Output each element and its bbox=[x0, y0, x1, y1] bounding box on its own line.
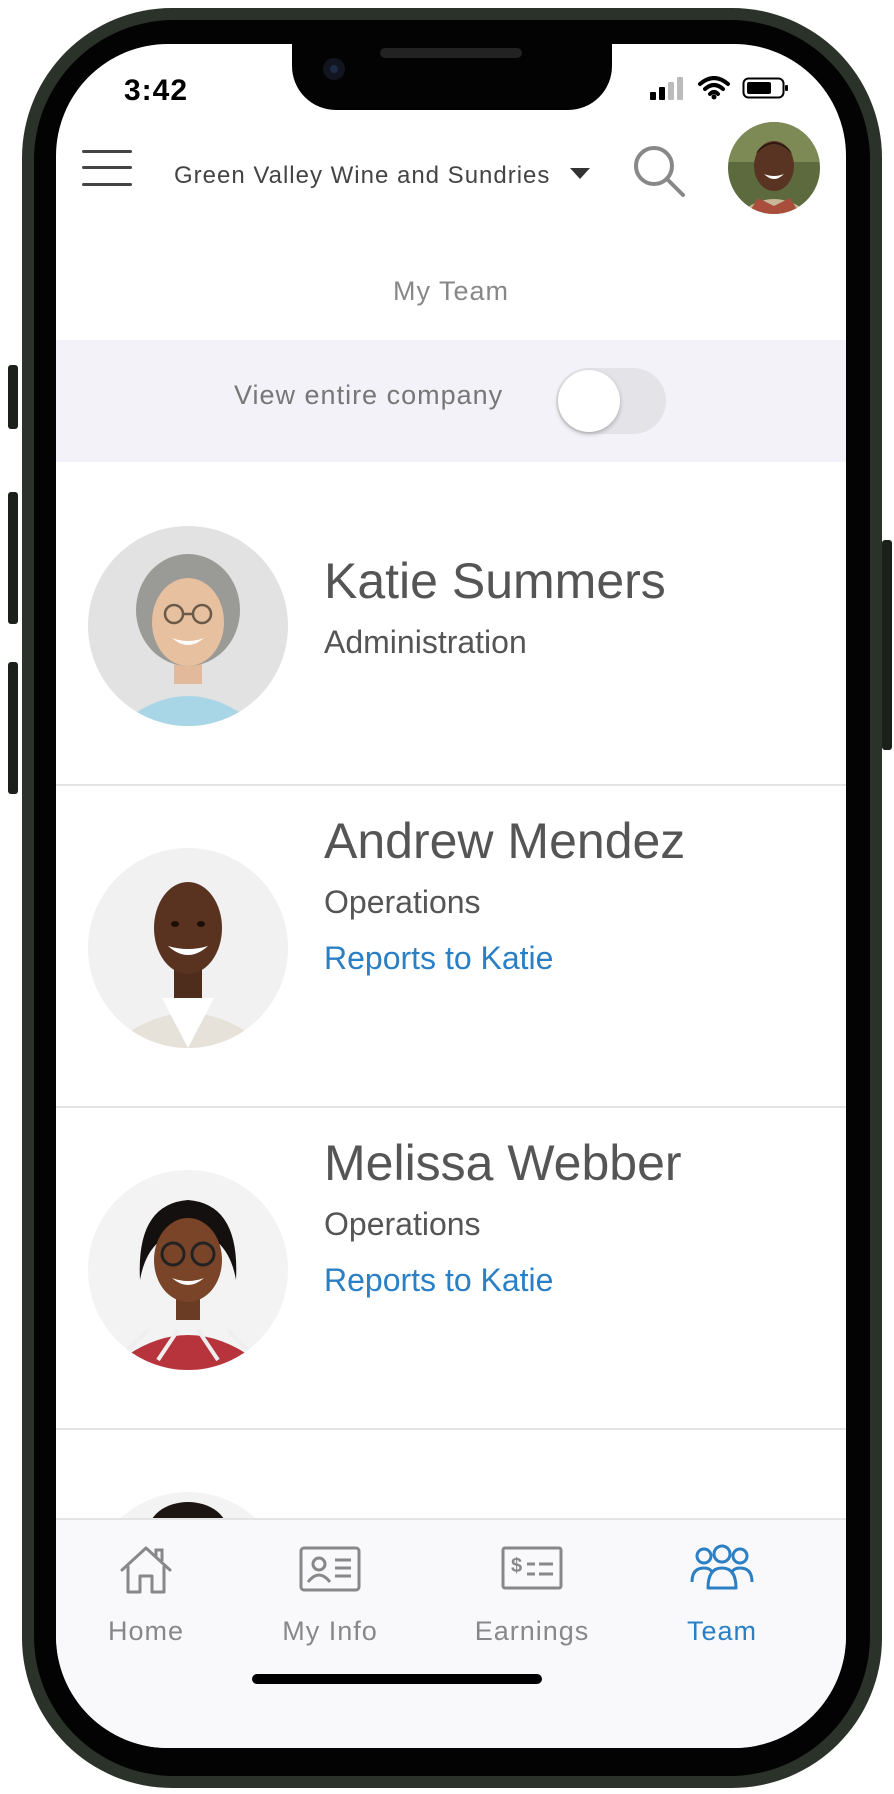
member-name: Andrew Mendez bbox=[324, 813, 686, 869]
member-reports-to-link[interactable]: Reports to Katie bbox=[324, 940, 553, 977]
bottom-nav: Home My Info $ Earnings Team bbox=[56, 1518, 846, 1748]
toggle-knob bbox=[558, 370, 620, 432]
side-button-volume-up bbox=[8, 492, 18, 624]
team-icon bbox=[690, 1544, 754, 1590]
member-reports-to-link[interactable]: Reports to Katie bbox=[324, 1262, 553, 1299]
tab-earnings-label: Earnings bbox=[474, 1616, 590, 1646]
tab-my-info-label: My Info bbox=[282, 1616, 378, 1646]
battery-icon bbox=[742, 77, 788, 99]
status-time: 3:42 bbox=[124, 74, 189, 107]
member-department: Administration bbox=[324, 624, 527, 660]
home-icon bbox=[120, 1546, 172, 1594]
side-button-mute bbox=[8, 365, 18, 429]
view-company-label: View entire company bbox=[234, 380, 504, 410]
page-title: My Team bbox=[392, 276, 510, 306]
side-button-power bbox=[882, 540, 892, 750]
member-name: Melissa Webber bbox=[324, 1135, 682, 1191]
phone-speaker bbox=[380, 48, 522, 58]
status-icons bbox=[648, 76, 790, 100]
team-member-card[interactable]: Andrew Mendez Operations Reports to Kati… bbox=[56, 784, 846, 1108]
signal-icon bbox=[650, 77, 683, 100]
tab-team[interactable]: Team bbox=[632, 1520, 812, 1660]
member-photo bbox=[88, 848, 288, 1048]
view-company-bar: View entire company bbox=[56, 340, 846, 462]
svg-text:$: $ bbox=[511, 1555, 522, 1577]
hamburger-menu-icon[interactable] bbox=[82, 148, 132, 188]
member-photo bbox=[88, 526, 288, 726]
member-department: Operations bbox=[324, 884, 481, 920]
tab-home-label: Home bbox=[107, 1616, 185, 1646]
member-department: Operations bbox=[324, 1206, 481, 1242]
app-screen: 3:42 Green Valley Wine and Sundries My T… bbox=[56, 44, 846, 1748]
side-button-volume-down bbox=[8, 662, 18, 794]
id-card-icon bbox=[299, 1546, 361, 1592]
user-avatar[interactable] bbox=[728, 122, 820, 214]
tab-team-label: Team bbox=[686, 1616, 758, 1646]
search-icon[interactable] bbox=[630, 142, 688, 200]
front-camera bbox=[323, 58, 345, 80]
home-indicator[interactable] bbox=[252, 1674, 542, 1684]
paycheck-icon: $ bbox=[501, 1546, 563, 1590]
team-member-card[interactable]: Melissa Webber Operations Reports to Kat… bbox=[56, 1106, 846, 1430]
tab-home[interactable]: Home bbox=[56, 1520, 236, 1660]
member-photo bbox=[88, 1170, 288, 1370]
tab-my-info[interactable]: My Info bbox=[240, 1520, 420, 1660]
tab-earnings[interactable]: $ Earnings bbox=[442, 1520, 622, 1660]
view-company-toggle[interactable] bbox=[556, 368, 666, 434]
member-name: Katie Summers bbox=[324, 553, 666, 609]
wifi-icon bbox=[698, 76, 730, 100]
caret-down-icon[interactable] bbox=[570, 168, 590, 179]
company-selector[interactable]: Green Valley Wine and Sundries bbox=[174, 162, 550, 190]
team-member-card[interactable]: Katie Summers Administration bbox=[56, 462, 846, 786]
